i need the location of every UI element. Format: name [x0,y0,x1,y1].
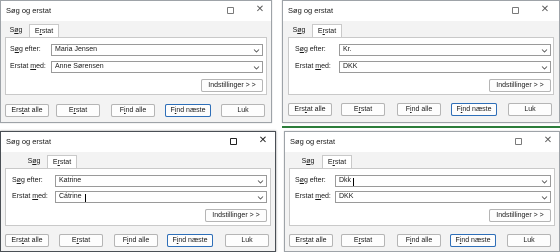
tab-search[interactable]: Søg [23,155,45,168]
maximize-icon[interactable] [515,138,522,145]
search-input[interactable]: Kr. [339,44,551,56]
replace-all-button[interactable]: Erstat alle [289,234,333,247]
replace-input[interactable]: Cátrine [55,191,267,203]
find-next-button[interactable]: Find næste [165,104,211,117]
dialog-title: Søg og erstat [290,137,336,146]
find-next-button[interactable]: Find næste [451,103,497,116]
replace-value: Anne Sørensen [55,63,104,70]
find-all-button[interactable]: Find alle [111,104,155,117]
dialog-title: Søg og erstat [288,6,334,15]
chevron-down-icon[interactable] [541,47,548,54]
search-value: Kr. [343,46,352,53]
options-button[interactable]: Indstillinger > > [205,209,267,222]
title-bar[interactable]: Søg og erstat ✕ [1,1,271,21]
replace-input[interactable]: DKK [335,191,551,203]
replace-input[interactable]: DKK [339,61,551,73]
tab-replace[interactable]: Erstat [312,24,342,37]
close-icon[interactable]: ✕ [539,3,551,17]
tab-search[interactable]: Søg [288,24,310,37]
search-value: Maria Jensen [55,46,98,53]
text-cursor [85,194,86,202]
find-all-button[interactable]: Find alle [397,234,441,247]
find-next-button[interactable]: Find næste [167,234,213,247]
close-icon[interactable]: ✕ [542,134,554,148]
chevron-down-icon[interactable] [257,178,264,185]
chevron-down-icon[interactable] [541,64,548,71]
replace-all-button[interactable]: Erstat alle [5,234,49,247]
find-replace-dialog: Søg og erstat ✕ Søg Erstat Søg efter: Kr… [282,0,560,123]
search-label: Søg efter: [10,46,41,53]
options-button[interactable]: Indstillinger > > [489,209,551,222]
replace-label: Erstat med: [295,193,331,200]
search-label: Søg efter: [295,177,326,184]
tab-search[interactable]: Søg [297,155,319,168]
replace-button[interactable]: Erstat [341,103,385,116]
search-value: Katrine [59,177,82,184]
chevron-down-icon[interactable] [253,64,260,71]
search-input[interactable]: Maria Jensen [51,44,263,56]
search-label: Søg efter: [12,177,43,184]
replace-button[interactable]: Erstat [341,234,385,247]
dialog-title: Søg og erstat [6,6,52,15]
close-icon[interactable]: ✕ [254,3,266,17]
maximize-icon[interactable] [512,7,519,14]
title-bar[interactable]: Søg og erstat ✕ [283,1,559,21]
find-all-button[interactable]: Find alle [114,234,158,247]
find-all-button[interactable]: Find alle [397,103,441,116]
search-input[interactable]: Katrine [55,175,267,187]
options-button[interactable]: Indstillinger > > [489,79,551,92]
taskbar-accent-strip [282,126,560,128]
tab-search[interactable]: Søg [5,24,27,37]
close-button[interactable]: Luk [221,104,265,117]
title-bar[interactable]: Søg og erstat ✕ [1,132,275,152]
tab-replace[interactable]: Erstat [322,155,352,168]
find-replace-dialog: Søg og erstat ✕ Søg Erstat Søg efter: Ma… [0,0,272,123]
replace-input[interactable]: Anne Sørensen [51,61,263,73]
close-button[interactable]: Luk [225,234,269,247]
replace-value: Cátrine [59,193,82,200]
maximize-icon[interactable] [227,7,234,14]
chevron-down-icon[interactable] [541,178,548,185]
replace-all-button[interactable]: Erstat alle [5,104,49,117]
replace-all-button[interactable]: Erstat alle [288,103,332,116]
replace-label: Erstat med: [10,63,46,70]
close-button[interactable]: Luk [507,234,551,247]
search-value: Dkk [339,177,352,184]
find-next-button[interactable]: Find næste [450,234,496,247]
find-replace-dialog: Søg og erstat ✕ Søg Erstat Søg efter: Dk… [284,131,560,252]
replace-label: Erstat med: [12,193,48,200]
search-label: Søg efter: [295,46,326,53]
replace-value: DKK [343,63,358,70]
close-icon[interactable]: ✕ [257,134,269,148]
options-button[interactable]: Indstillinger > > [201,79,263,92]
title-bar[interactable]: Søg og erstat ✕ [285,132,559,152]
find-replace-dialog: Søg og erstat ✕ Søg Erstat Søg efter: Ka… [0,131,276,252]
chevron-down-icon[interactable] [253,47,260,54]
chevron-down-icon[interactable] [257,194,264,201]
replace-label: Erstat med: [295,63,331,70]
replace-button[interactable]: Erstat [56,104,100,117]
text-cursor [353,178,354,186]
replace-button[interactable]: Erstat [59,234,103,247]
chevron-down-icon[interactable] [541,194,548,201]
replace-value: DKK [339,193,354,200]
tab-replace[interactable]: Erstat [29,24,59,37]
close-button[interactable]: Luk [508,103,552,116]
dialog-title: Søg og erstat [6,137,52,146]
tab-replace[interactable]: Erstat [47,155,77,168]
maximize-icon[interactable] [230,138,237,145]
search-input[interactable]: Dkk [335,175,551,187]
